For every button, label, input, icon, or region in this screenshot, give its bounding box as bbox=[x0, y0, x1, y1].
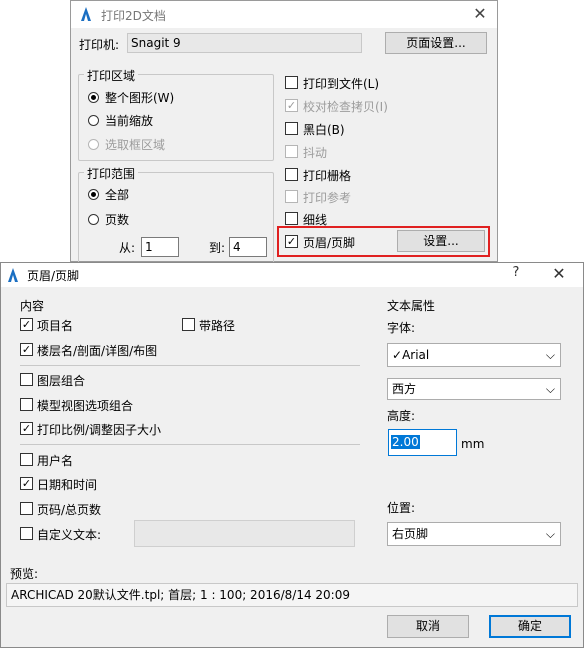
all-pages-label: 全部 bbox=[105, 188, 130, 202]
help-icon[interactable]: ? bbox=[501, 265, 531, 280]
close-icon[interactable]: ✕ bbox=[465, 4, 495, 23]
script-select[interactable]: 西方 ⌵ bbox=[387, 378, 561, 400]
from-label: 从: bbox=[119, 241, 136, 255]
archicad-icon bbox=[8, 268, 18, 282]
print-reference-checkbox[interactable] bbox=[285, 190, 298, 203]
model-view-checkbox[interactable] bbox=[20, 398, 33, 411]
all-pages-radio[interactable] bbox=[88, 189, 99, 200]
height-value: 2.00 bbox=[391, 435, 420, 449]
marquee-area-label: 选取框区域 bbox=[105, 138, 166, 152]
model-view-label: 模型视图选项组合 bbox=[37, 399, 134, 413]
from-page-input[interactable]: 1 bbox=[141, 237, 179, 257]
print-area-label: 打印区域 bbox=[84, 67, 139, 84]
text-props-label: 文本属性 bbox=[387, 299, 436, 313]
header-settings-button[interactable]: 设置... bbox=[397, 230, 485, 252]
current-zoom-label: 当前缩放 bbox=[105, 114, 154, 128]
checkmark-icon: ✓ bbox=[392, 348, 403, 362]
user-name-label: 用户名 bbox=[37, 454, 74, 468]
preview-label: 预览: bbox=[10, 567, 39, 581]
print-to-file-label: 打印到文件(L) bbox=[303, 77, 380, 91]
page-number-checkbox[interactable] bbox=[20, 502, 33, 515]
font-label: 字体: bbox=[387, 321, 416, 335]
custom-text-label: 自定义文本: bbox=[37, 528, 102, 542]
with-path-checkbox[interactable] bbox=[182, 318, 195, 331]
dialog-titlebar: 页眉/页脚 ? ✕ bbox=[1, 263, 583, 287]
user-name-checkbox[interactable] bbox=[20, 453, 33, 466]
whole-drawing-radio[interactable] bbox=[88, 92, 99, 103]
preview-box: ARCHICAD 20默认文件.tpl; 首层; 1 : 100; 2016/8… bbox=[6, 583, 578, 607]
print-2d-window: 打印2D文档 ✕ 打印机: Snagit 9 页面设置... 打印区域 整个图形… bbox=[70, 0, 498, 264]
cancel-button[interactable]: 取消 bbox=[387, 615, 469, 638]
black-white-checkbox[interactable] bbox=[285, 122, 298, 135]
scale-label: 打印比例/调整因子大小 bbox=[37, 423, 162, 437]
close-icon[interactable]: ✕ bbox=[544, 264, 574, 283]
content-label: 内容 bbox=[20, 299, 45, 313]
to-page-input[interactable]: 4 bbox=[229, 237, 267, 257]
project-name-checkbox[interactable]: ✓ bbox=[20, 318, 33, 331]
custom-text-input[interactable] bbox=[134, 520, 355, 547]
font-select[interactable]: ✓Arial ⌵ bbox=[387, 343, 561, 367]
black-white-label: 黑白(B) bbox=[303, 123, 345, 137]
layer-combo-label: 图层组合 bbox=[37, 374, 86, 388]
date-time-checkbox[interactable]: ✓ bbox=[20, 477, 33, 490]
current-zoom-radio[interactable] bbox=[88, 115, 99, 126]
page-setup-button[interactable]: 页面设置... bbox=[385, 32, 487, 54]
project-name-label: 项目名 bbox=[37, 319, 74, 333]
marquee-area-radio[interactable] bbox=[88, 139, 99, 150]
position-value: 右页脚 bbox=[392, 527, 429, 541]
to-label: 到: bbox=[209, 241, 226, 255]
separator bbox=[20, 444, 360, 445]
printer-label: 打印机: bbox=[79, 38, 120, 52]
archicad-icon bbox=[81, 7, 91, 21]
with-path-label: 带路径 bbox=[199, 319, 236, 333]
height-input[interactable]: 2.00 bbox=[388, 429, 457, 456]
print-window-title: 打印2D文档 bbox=[101, 9, 166, 23]
collate-copies-checkbox[interactable]: ✓ bbox=[285, 99, 298, 112]
header-footer-dialog: 页眉/页脚 ? ✕ 内容 ✓ 项目名 带路径 ✓ 楼层名/剖面/详图/布图 图层… bbox=[0, 262, 584, 648]
height-label: 高度: bbox=[387, 409, 416, 423]
scale-checkbox[interactable]: ✓ bbox=[20, 422, 33, 435]
print-grid-checkbox[interactable] bbox=[285, 168, 298, 181]
dialog-title: 页眉/页脚 bbox=[27, 269, 80, 283]
story-name-label: 楼层名/剖面/详图/布图 bbox=[37, 344, 158, 358]
header-footer-label: 页眉/页脚 bbox=[303, 236, 356, 250]
print-window-titlebar: 打印2D文档 ✕ bbox=[71, 1, 497, 28]
dither-checkbox[interactable] bbox=[285, 145, 298, 158]
ok-button[interactable]: 确定 bbox=[489, 615, 571, 638]
print-range-label: 打印范围 bbox=[84, 165, 139, 182]
print-to-file-checkbox[interactable] bbox=[285, 76, 298, 89]
custom-text-checkbox[interactable] bbox=[20, 527, 33, 540]
page-range-label: 页数 bbox=[105, 213, 130, 227]
chevron-down-icon: ⌵ bbox=[545, 382, 555, 396]
position-select[interactable]: 右页脚 ⌵ bbox=[387, 522, 561, 546]
date-time-label: 日期和时间 bbox=[37, 478, 98, 492]
printer-field[interactable]: Snagit 9 bbox=[127, 33, 362, 53]
story-name-checkbox[interactable]: ✓ bbox=[20, 343, 33, 356]
position-label: 位置: bbox=[387, 501, 416, 515]
page-range-radio[interactable] bbox=[88, 214, 99, 225]
thin-lines-checkbox[interactable] bbox=[285, 212, 298, 225]
chevron-down-icon: ⌵ bbox=[545, 527, 555, 541]
script-value: 西方 bbox=[392, 382, 417, 396]
dither-label: 抖动 bbox=[303, 146, 328, 160]
whole-drawing-label: 整个图形(W) bbox=[105, 91, 175, 105]
collate-copies-label: 校对检查拷贝(I) bbox=[303, 100, 388, 114]
font-value: Arial bbox=[402, 348, 430, 362]
header-footer-checkbox[interactable]: ✓ bbox=[285, 235, 298, 248]
separator bbox=[20, 365, 360, 366]
print-reference-label: 打印参考 bbox=[303, 191, 352, 205]
print-grid-label: 打印栅格 bbox=[303, 169, 352, 183]
page-number-label: 页码/总页数 bbox=[37, 503, 102, 517]
chevron-down-icon: ⌵ bbox=[545, 348, 555, 362]
height-unit: mm bbox=[461, 437, 485, 451]
layer-combo-checkbox[interactable] bbox=[20, 373, 33, 386]
